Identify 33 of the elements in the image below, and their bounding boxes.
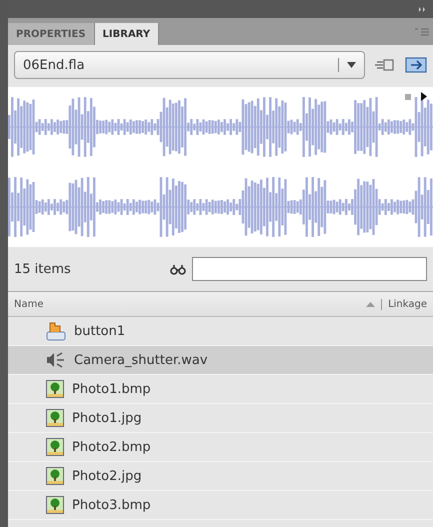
item-name: Photo1.bmp (72, 382, 151, 396)
bitmap-icon (46, 409, 64, 427)
bitmap-icon (46, 380, 64, 398)
new-library-icon[interactable] (405, 57, 427, 73)
binoculars-icon (170, 264, 186, 274)
panel-tab[interactable]: PROPERTIES (8, 23, 95, 45)
column-header[interactable]: Linkage (381, 298, 427, 310)
library-item[interactable]: Photo2.bmp (8, 433, 433, 462)
bitmap-icon (46, 496, 64, 514)
document-dropdown[interactable]: 06End.fla (14, 51, 365, 79)
column-header[interactable]: Name (14, 298, 360, 310)
library-item[interactable]: Photo1.bmp (8, 375, 433, 404)
speaker-icon (46, 352, 66, 368)
bitmap-icon (46, 438, 64, 456)
panel-tab[interactable]: LIBRARY (94, 23, 160, 45)
library-item[interactable]: Camera_shutter.wav (8, 346, 433, 375)
library-item[interactable]: Photo2.jpg (8, 462, 433, 491)
bitmap-icon (46, 467, 64, 485)
sort-icon[interactable] (366, 302, 376, 306)
item-name: button1 (74, 324, 126, 338)
play-icon[interactable] (421, 92, 427, 101)
item-name: Photo1.jpg (72, 410, 142, 426)
item-name: Photo2.bmp (72, 440, 151, 454)
library-item[interactable]: Photo1.jpg (8, 404, 433, 433)
search-field[interactable] (192, 257, 427, 281)
caret-icon (347, 62, 356, 68)
library-item[interactable]: Photo3.bmp (8, 491, 433, 520)
item-name: Camera_shutter.wav (74, 352, 208, 368)
item-name: Photo3.bmp (72, 498, 151, 512)
collapse-icon[interactable] (419, 6, 427, 12)
item-name: Photo2.jpg (72, 468, 142, 484)
button-symbol-icon (46, 321, 66, 341)
item-count: 15 items (14, 262, 72, 276)
